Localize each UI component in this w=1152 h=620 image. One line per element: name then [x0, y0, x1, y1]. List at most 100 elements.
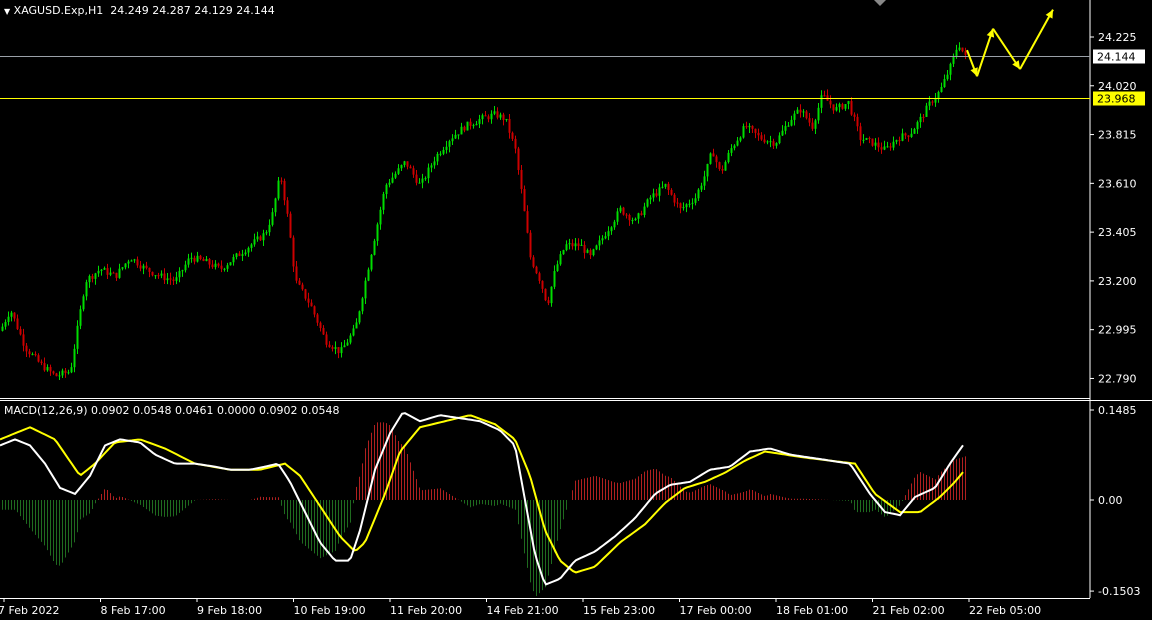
candle-body	[160, 273, 163, 276]
chart-shift-marker-icon[interactable]	[874, 0, 886, 6]
candle-body	[739, 137, 742, 141]
candle-body	[211, 264, 214, 268]
candle-body	[610, 227, 613, 232]
candle-body	[271, 212, 274, 225]
candle-body	[553, 271, 556, 287]
bid-price-label: 24.144	[1097, 51, 1136, 64]
candle-body	[943, 79, 946, 88]
chart-header: ▼ XAGUSD.Exp,H1 24.249 24.287 24.129 24.…	[4, 4, 275, 17]
chart-canvas[interactable]: 24.144 23.968 24.225 24.020 23.815 23.610 23.…	[0, 0, 1152, 620]
candle-body	[835, 107, 838, 111]
candle-body	[622, 207, 625, 215]
candle-body	[241, 254, 244, 256]
candle-body	[910, 133, 913, 137]
candle-body	[25, 345, 28, 352]
candle-body	[400, 165, 403, 169]
candle-body	[865, 138, 868, 140]
candle-body	[223, 268, 226, 270]
candle-body	[133, 259, 136, 261]
candle-body	[358, 311, 361, 323]
candle-body	[862, 139, 865, 141]
candle-body	[328, 344, 331, 348]
candle-body	[58, 375, 61, 377]
candle-body	[49, 366, 52, 372]
candle-body	[457, 134, 460, 136]
candle-body	[61, 370, 64, 376]
candle-body	[445, 146, 448, 150]
symbol-label: XAGUSD.Exp,H1	[13, 4, 104, 17]
candle-body	[883, 146, 886, 150]
candle-body	[661, 186, 664, 188]
candle-body	[679, 203, 682, 209]
candle-body	[88, 276, 91, 283]
candle-body	[691, 202, 694, 204]
candle-body	[67, 372, 70, 374]
candle-body	[889, 146, 892, 148]
dropdown-triangle-icon[interactable]: ▼	[4, 7, 10, 16]
candle-body	[544, 288, 547, 301]
candle-body	[601, 238, 604, 241]
y-tick-label: 23.610	[1098, 177, 1137, 190]
chart-background	[0, 0, 1152, 620]
candle-body	[148, 267, 151, 272]
candle-body	[850, 101, 853, 115]
candle-body	[718, 162, 721, 170]
candle-body	[418, 182, 421, 184]
candle-body	[427, 167, 430, 179]
candle-body	[613, 221, 616, 228]
candle-body	[139, 265, 142, 269]
candle-body	[415, 174, 418, 183]
candle-body	[13, 312, 16, 319]
candle-body	[397, 168, 400, 174]
candle-body	[130, 260, 133, 262]
candle-body	[955, 49, 958, 56]
candle-body	[202, 259, 205, 262]
candle-body	[10, 312, 13, 317]
candle-body	[961, 47, 964, 52]
candle-body	[547, 300, 550, 304]
candle-body	[274, 198, 277, 213]
candle-body	[874, 142, 877, 146]
candle-body	[163, 273, 166, 281]
candle-body	[316, 314, 319, 323]
candle-body	[421, 178, 424, 183]
candle-body	[505, 118, 508, 120]
candle-body	[337, 347, 340, 354]
candle-body	[493, 111, 496, 114]
candle-body	[712, 153, 715, 157]
candle-body	[700, 185, 703, 190]
candle-body	[625, 214, 628, 216]
candle-body	[919, 116, 922, 123]
candle-body	[70, 367, 73, 373]
candle-body	[556, 264, 559, 272]
candle-body	[322, 327, 325, 335]
candle-body	[643, 206, 646, 215]
candle-body	[175, 277, 178, 281]
candle-body	[859, 126, 862, 140]
candle-body	[217, 263, 220, 266]
candle-body	[811, 122, 814, 129]
candle-body	[394, 173, 397, 178]
candle-body	[949, 63, 952, 75]
candle-body	[517, 148, 520, 170]
candle-body	[901, 133, 904, 141]
candle-body	[856, 116, 859, 127]
candle-body	[526, 211, 529, 233]
candle-body	[832, 104, 835, 111]
candle-body	[166, 278, 169, 281]
y-tick-label: 23.815	[1098, 129, 1137, 142]
macd-tick-label: 0.1485	[1098, 404, 1137, 417]
candle-body	[724, 162, 727, 171]
macd-tick-label: 0.00	[1098, 494, 1123, 507]
candle-body	[220, 265, 223, 269]
candle-body	[481, 115, 484, 120]
candle-body	[424, 178, 427, 180]
candle-body	[697, 189, 700, 199]
candle-body	[370, 254, 373, 270]
candle-body	[541, 280, 544, 289]
x-tick-label: 17 Feb 00:00	[680, 604, 752, 617]
candle-body	[208, 259, 211, 265]
candle-body	[631, 220, 634, 222]
candle-body	[781, 130, 784, 136]
candle-body	[823, 95, 826, 97]
